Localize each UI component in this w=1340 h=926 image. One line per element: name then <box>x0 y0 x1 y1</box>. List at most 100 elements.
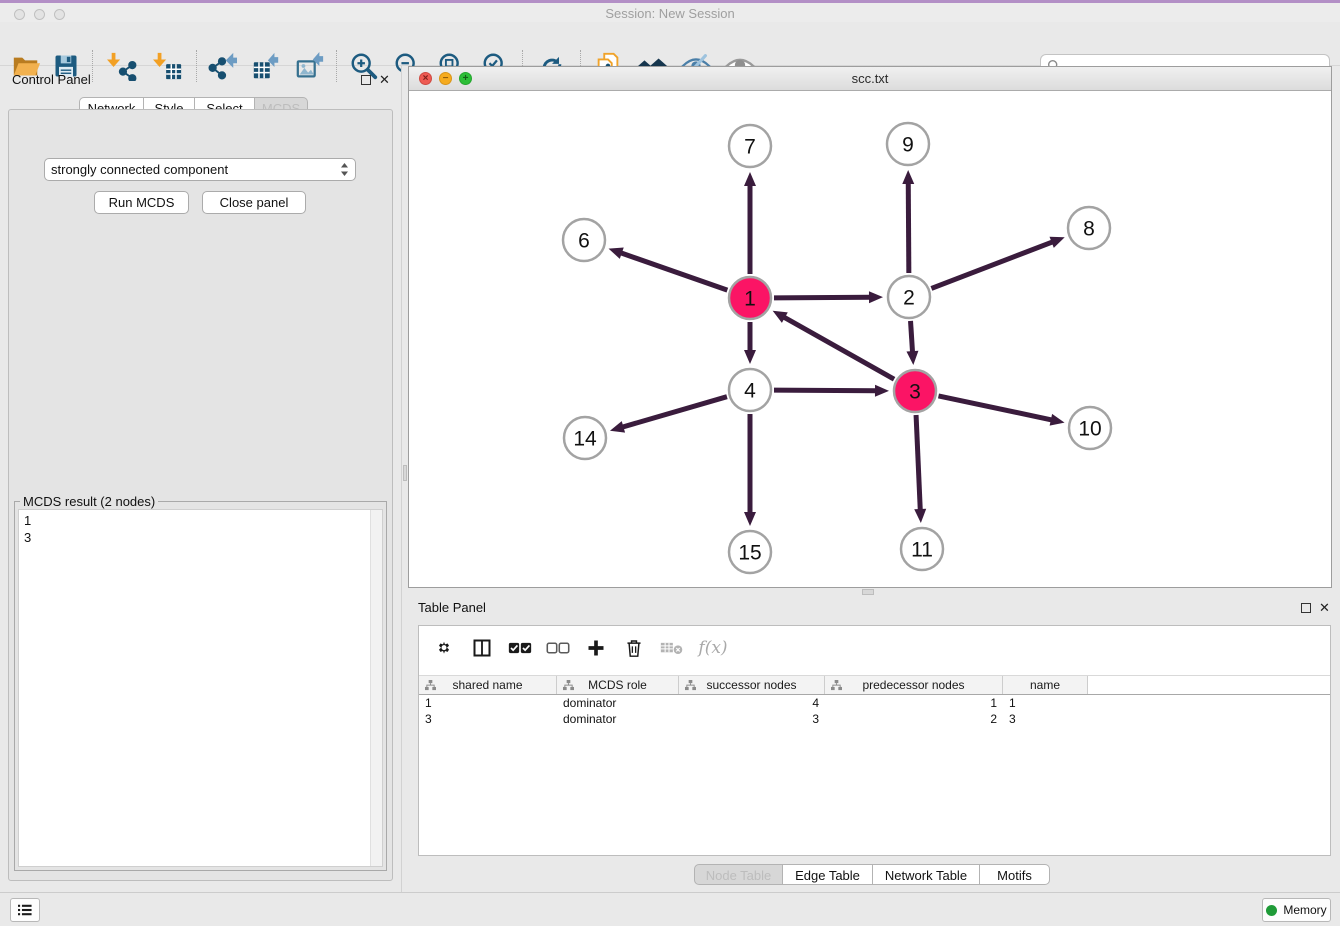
column-header-MCDS-role[interactable]: MCDS role <box>557 676 679 694</box>
graph-edge-arrowhead <box>744 350 756 364</box>
graph-edge-arrowhead <box>609 248 624 259</box>
tab-edge-table[interactable]: Edge Table <box>783 864 873 885</box>
deselect-all-icon[interactable] <box>539 635 577 661</box>
control-panel-header: Control Panel ✕ <box>0 70 400 92</box>
graph-node-label: 9 <box>902 134 914 157</box>
mcds-result-list[interactable]: 1 3 <box>18 509 383 867</box>
graph-node-label: 6 <box>578 230 590 253</box>
graph-edge-arrowhead <box>610 421 625 433</box>
graph-node-label: 4 <box>744 380 756 403</box>
tab-motifs[interactable]: Motifs <box>980 864 1050 885</box>
criterion-value: strongly connected component <box>51 162 340 177</box>
network-window-titlebar[interactable]: × − + scc.txt <box>409 67 1331 91</box>
table-cell[interactable]: 3 <box>419 712 557 726</box>
mcds-result-lines: 1 3 <box>24 512 31 546</box>
column-header-label: predecessor nodes <box>862 678 964 692</box>
dropdown-stepper-icon <box>340 162 349 177</box>
graph-edge-arrowhead <box>906 351 918 365</box>
close-panel-icon[interactable]: ✕ <box>378 73 391 86</box>
graph-node-label: 15 <box>738 542 761 565</box>
column-hierarchy-icon <box>425 680 436 694</box>
table-settings-gear-icon[interactable] <box>425 635 463 661</box>
graph-edge-arrowhead <box>914 509 926 523</box>
close-table-panel-icon[interactable]: ✕ <box>1318 601 1331 614</box>
tab-network-table[interactable]: Network Table <box>873 864 980 885</box>
column-header-label: successor nodes <box>706 678 796 692</box>
table-cell[interactable]: dominator <box>557 696 679 710</box>
column-header-shared-name[interactable]: shared name <box>419 676 557 694</box>
table-row[interactable]: 3dominator323 <box>419 711 1330 727</box>
add-column-icon[interactable] <box>577 635 615 661</box>
fx-label: f(x) <box>698 638 727 658</box>
graph-edge-2-9[interactable] <box>908 182 909 273</box>
column-visibility-icon[interactable] <box>463 635 501 661</box>
session-title: Session: New Session <box>0 6 1340 21</box>
graph-edge-arrowhead <box>1050 237 1065 248</box>
graph-node-label: 3 <box>909 381 921 404</box>
network-graph: 1234678910111415 <box>409 91 1331 587</box>
column-header-successor-nodes[interactable]: successor nodes <box>679 676 825 694</box>
graph-edge-arrowhead <box>902 170 914 184</box>
task-history-button[interactable] <box>10 898 40 922</box>
column-hierarchy-icon <box>685 680 696 694</box>
graph-node-label: 8 <box>1083 218 1095 241</box>
column-header-label: MCDS role <box>588 678 647 692</box>
table-cell[interactable]: 1 <box>825 696 1003 710</box>
delete-column-trash-icon[interactable] <box>615 635 653 661</box>
main-titlebar: Session: New Session <box>0 0 1340 22</box>
table-row[interactable]: 1dominator411 <box>419 695 1330 711</box>
graph-edge-3-11[interactable] <box>916 415 920 511</box>
float-table-panel-icon[interactable] <box>1301 603 1311 613</box>
column-hierarchy-icon <box>831 680 842 694</box>
table-cell[interactable]: 3 <box>1003 712 1088 726</box>
graph-edge-4-14[interactable] <box>621 397 726 428</box>
table-cell[interactable]: 2 <box>825 712 1003 726</box>
mcds-result-title: MCDS result (2 nodes) <box>20 494 158 509</box>
graph-edge-2-8[interactable] <box>931 242 1053 289</box>
run-mcds-button[interactable]: Run MCDS <box>94 191 189 214</box>
table-toolbar: f(x) <box>425 634 735 662</box>
table-cell[interactable]: 1 <box>419 696 557 710</box>
graph-edge-arrowhead <box>744 512 756 526</box>
application-window: Session: New Session <box>0 0 1340 926</box>
network-canvas[interactable]: 1234678910111415 <box>409 91 1331 587</box>
column-header-name[interactable]: name <box>1003 676 1088 694</box>
graph-edge-arrowhead <box>875 385 889 397</box>
table-cell[interactable]: 3 <box>679 712 825 726</box>
column-header-label: name <box>1030 678 1060 692</box>
control-panel-title: Control Panel <box>12 72 91 87</box>
table-cell[interactable]: 1 <box>1003 696 1088 710</box>
main-toolbar <box>0 22 1340 66</box>
criterion-dropdown[interactable]: strongly connected component <box>44 158 356 181</box>
graph-edge-3-1[interactable] <box>783 317 894 380</box>
memory-button[interactable]: Memory <box>1262 898 1331 922</box>
table-panel-header: Table Panel ✕ <box>408 598 1340 620</box>
graph-edge-3-10[interactable] <box>938 396 1052 420</box>
tab-node-table[interactable]: Node Table <box>694 864 783 885</box>
graph-edge-2-3[interactable] <box>911 321 913 353</box>
graph-edge-1-2[interactable] <box>774 297 871 298</box>
graph-edge-1-6[interactable] <box>620 253 727 291</box>
function-builder-icon: f(x) <box>691 635 735 661</box>
graph-edge-arrowhead <box>744 172 756 186</box>
graph-edge-4-3[interactable] <box>774 390 877 391</box>
graph-node-label: 2 <box>903 287 915 310</box>
memory-status-icon <box>1266 905 1277 916</box>
memory-label: Memory <box>1283 903 1326 917</box>
splitter-handle[interactable] <box>403 465 407 481</box>
network-view-window: × − + scc.txt 1234678910111415 <box>408 66 1332 588</box>
vertical-splitter[interactable] <box>401 66 408 892</box>
mcds-result-group: MCDS result (2 nodes) 1 3 <box>14 501 387 871</box>
close-panel-button[interactable]: Close panel <box>202 191 306 214</box>
table-cell[interactable]: 4 <box>679 696 825 710</box>
horizontal-splitter-handle[interactable] <box>862 589 874 595</box>
network-view-title: scc.txt <box>409 71 1331 86</box>
select-all-icon[interactable] <box>501 635 539 661</box>
result-scrollbar[interactable] <box>370 510 382 866</box>
graph-node-label: 1 <box>744 288 756 311</box>
delete-table-icon <box>653 635 691 661</box>
float-panel-icon[interactable] <box>361 75 371 85</box>
table-cell[interactable]: dominator <box>557 712 679 726</box>
column-header-predecessor-nodes[interactable]: predecessor nodes <box>825 676 1003 694</box>
table-header-row: shared name MCDS role successor nodes prede… <box>419 675 1330 695</box>
